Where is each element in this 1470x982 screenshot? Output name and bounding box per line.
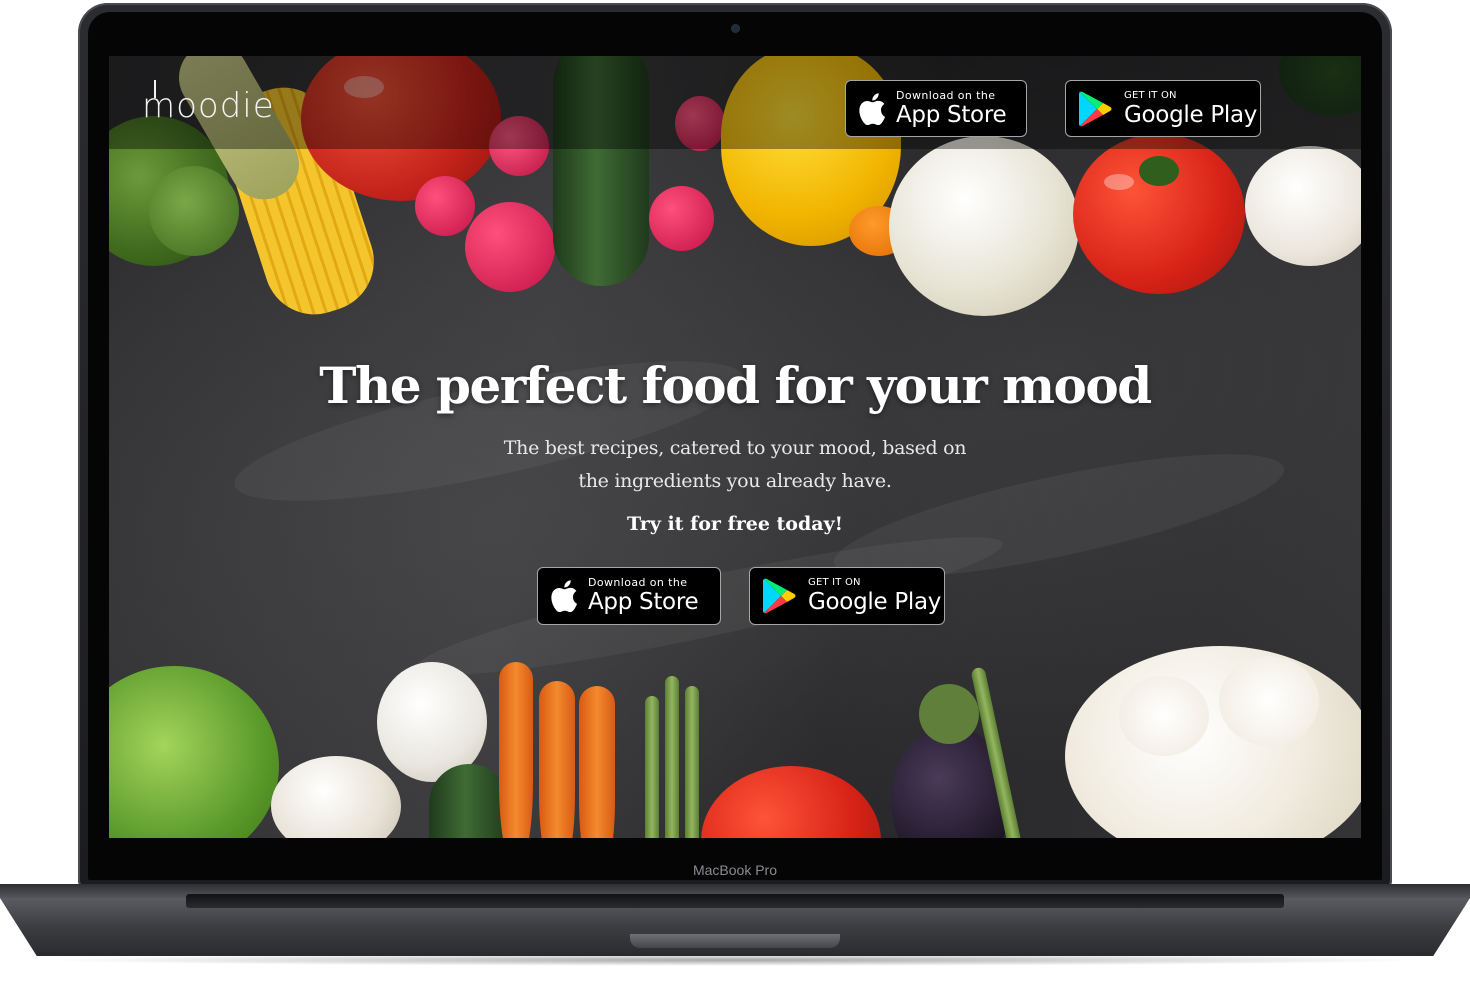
camera-icon xyxy=(732,25,739,32)
trackpad-notch xyxy=(630,934,840,948)
app-store-big-text: App Store xyxy=(588,589,699,615)
hero-title: The perfect food for your mood xyxy=(319,356,1152,415)
laptop-model-label: MacBook Pro xyxy=(692,862,778,878)
google-play-big-text: Google Play xyxy=(1124,101,1258,128)
app-store-small-text: Download on the xyxy=(896,88,996,102)
hero-subtitle: The best recipes, catered to your mood, … xyxy=(485,432,985,498)
keyboard-edge xyxy=(186,894,1284,908)
website-screen: moodie Download on the App Store GET IT … xyxy=(109,56,1361,838)
cta-text: Try it for free today! xyxy=(627,513,843,535)
moodie-logo[interactable]: moodie xyxy=(142,86,275,126)
apple-icon xyxy=(852,89,892,129)
hero-subtitle-line-1: The best recipes, catered to your mood, … xyxy=(503,437,967,459)
google-play-small-text: GET IT ON xyxy=(808,577,861,588)
google-play-icon xyxy=(760,576,800,616)
apple-icon xyxy=(544,576,584,616)
hero-app-store-button[interactable]: Download on the App Store xyxy=(537,567,721,625)
google-play-small-text: GET IT ON xyxy=(1124,89,1177,101)
google-play-icon xyxy=(1076,89,1116,129)
google-play-big-text: Google Play xyxy=(808,589,942,615)
header-app-store-button[interactable]: Download on the App Store xyxy=(845,80,1027,137)
app-store-big-text: App Store xyxy=(896,101,1007,128)
hero-google-play-button[interactable]: GET IT ON Google Play xyxy=(749,567,945,625)
laptop-shadow xyxy=(40,954,1430,966)
app-store-small-text: Download on the xyxy=(588,576,688,589)
header-google-play-button[interactable]: GET IT ON Google Play xyxy=(1065,80,1261,137)
hero-subtitle-line-2: the ingredients you already have. xyxy=(578,470,892,492)
